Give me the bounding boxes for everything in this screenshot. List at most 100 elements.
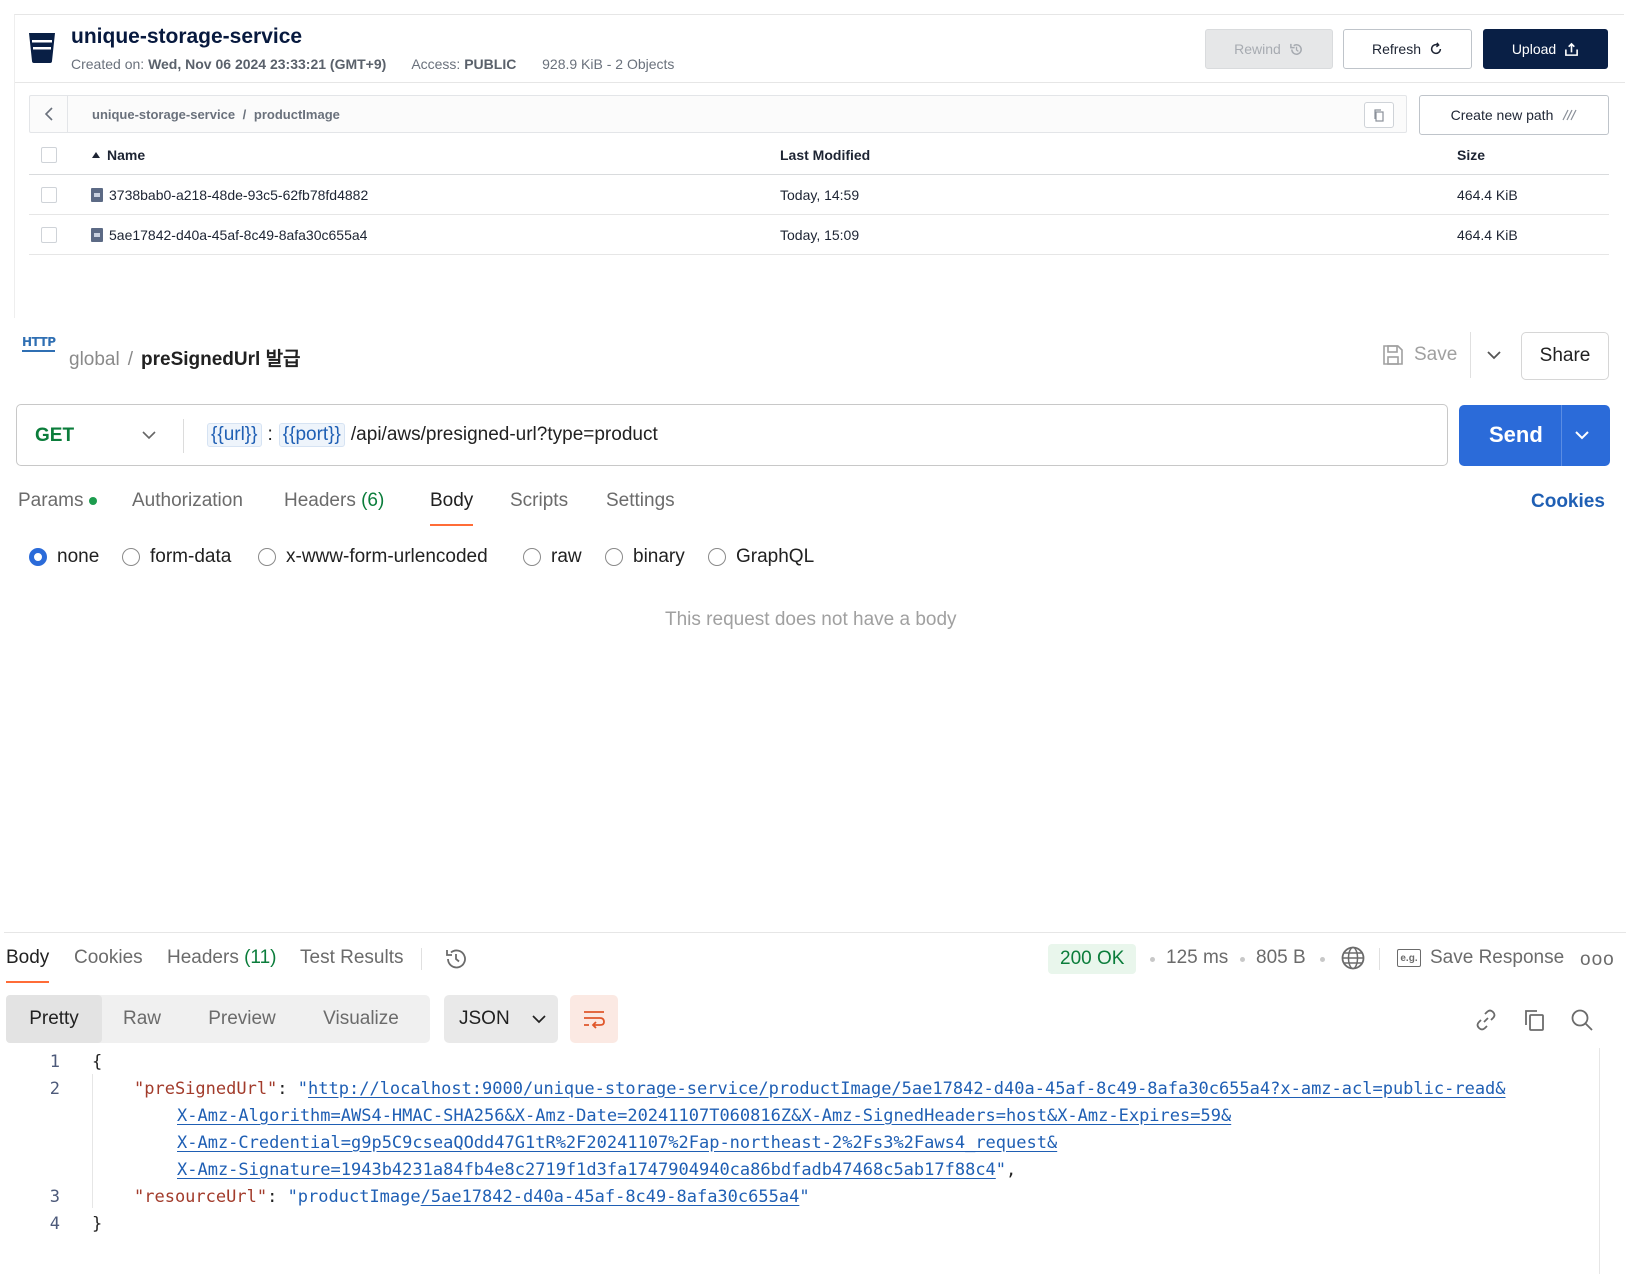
presigned-url-link[interactable]: http://localhost:9000/unique-storage-ser…: [308, 1079, 1505, 1099]
refresh-icon: [1430, 42, 1442, 55]
object-name[interactable]: 5ae17842-d40a-45af-8c49-8afa30c655a4: [91, 227, 367, 243]
url-variable[interactable]: {{url}}: [207, 423, 262, 447]
radio-urlencoded[interactable]: x-www-form-urlencoded: [258, 546, 488, 568]
object-name[interactable]: 3738bab0-a218-48de-93c5-62fb78fd4882: [91, 187, 368, 203]
copy-path-button[interactable]: [1364, 102, 1394, 128]
tab-params[interactable]: Params: [18, 490, 98, 512]
radio-form-data[interactable]: form-data: [122, 546, 231, 568]
response-tab-body[interactable]: Body: [6, 947, 50, 983]
bucket-panel: unique-storage-service Created on: Wed, …: [14, 14, 1625, 318]
language-select[interactable]: JSON: [444, 995, 558, 1043]
json-url-continuation: X-Amz-Signature=1943b4231a84fb4e8c2719f1…: [177, 1160, 1016, 1180]
request-breadcrumb: global / preSignedUrl 발급: [69, 344, 301, 371]
request-name[interactable]: preSignedUrl 발급: [141, 349, 301, 370]
tab-authorization[interactable]: Authorization: [132, 490, 243, 512]
tab-body[interactable]: Body: [430, 490, 474, 526]
path-root[interactable]: unique-storage-service: [92, 107, 235, 122]
save-response-button[interactable]: Save Response: [1430, 947, 1564, 969]
format-toggle: Pretty Raw Preview Visualize: [6, 995, 430, 1043]
object-last-modified: Today, 15:09: [780, 227, 860, 243]
save-options-button[interactable]: [1476, 338, 1512, 372]
radio-graphql[interactable]: GraphQL: [708, 546, 814, 568]
back-button[interactable]: [30, 96, 68, 132]
path-folder: productImage: [253, 107, 340, 122]
cookies-link[interactable]: Cookies: [1531, 491, 1605, 513]
radio-raw[interactable]: raw: [523, 546, 582, 568]
radio-binary-label: binary: [633, 546, 685, 567]
size-column-header[interactable]: Size: [1457, 147, 1485, 163]
radio-form-data-label: form-data: [150, 546, 232, 567]
meta-dot: [1320, 957, 1325, 962]
presigned-url-link[interactable]: X-Amz-Signature=1943b4231a84fb4e8c2719f1…: [177, 1160, 996, 1180]
method-select[interactable]: GET: [35, 425, 74, 447]
image-file-icon: [91, 188, 103, 202]
created-label: Created on:: [71, 56, 145, 72]
row-checkbox[interactable]: [41, 187, 57, 203]
headers-count: (6): [361, 490, 385, 511]
chevron-down-icon[interactable]: [1573, 423, 1591, 447]
radio-none[interactable]: none: [29, 546, 99, 568]
response-tab-cookies[interactable]: Cookies: [74, 947, 143, 969]
url-input[interactable]: {{url}}: {{port}}/api/aws/presigned-url?t…: [207, 423, 658, 447]
table-row[interactable]: 5ae17842-d40a-45af-8c49-8afa30c655a4 Tod…: [29, 215, 1609, 255]
radio-icon: [708, 548, 726, 566]
radio-binary[interactable]: binary: [605, 546, 685, 568]
presigned-url-link[interactable]: X-Amz-Algorithm=AWS4-HMAC-SHA256&X-Amz-D…: [177, 1106, 1231, 1126]
name-column-header[interactable]: Name: [91, 147, 145, 163]
upload-button[interactable]: Upload: [1483, 29, 1608, 69]
rewind-button[interactable]: Rewind: [1205, 29, 1333, 69]
bucket-meta: Created on: Wed, Nov 06 2024 23:33:21 (G…: [71, 56, 674, 72]
method-dropdown[interactable]: [137, 423, 161, 447]
globe-icon[interactable]: [1340, 945, 1366, 971]
copy-response-icon[interactable]: [1521, 1007, 1547, 1033]
table-header-row: Name Last Modified Size: [29, 135, 1609, 175]
resource-url-link[interactable]: /5ae17842-d40a-45af-8c49-8afa30c655a4: [421, 1187, 800, 1207]
select-all-checkbox[interactable]: [41, 147, 57, 163]
save-label: Save: [1414, 344, 1458, 365]
port-variable[interactable]: {{port}}: [278, 423, 345, 447]
collection-name[interactable]: global: [69, 349, 120, 370]
search-icon[interactable]: [1569, 1007, 1595, 1033]
tab-headers[interactable]: Headers (6): [284, 490, 384, 512]
response-headers-label: Headers: [167, 947, 239, 968]
create-new-path-button[interactable]: Create new path: [1419, 95, 1609, 135]
json-line-presigned-url: "preSignedUrl": "http://localhost:9000/u…: [134, 1079, 1506, 1099]
radio-icon: [523, 548, 541, 566]
send-label: Send: [1489, 422, 1543, 447]
json-close-brace: }: [92, 1214, 103, 1234]
access-value: PUBLIC: [464, 56, 517, 72]
format-raw[interactable]: Raw: [106, 995, 178, 1043]
link-icon-glyph: [1476, 1009, 1496, 1031]
url-divider: [183, 419, 184, 453]
refresh-button[interactable]: Refresh: [1343, 29, 1472, 69]
status-badge[interactable]: 200 OK: [1048, 944, 1137, 974]
tab-scripts[interactable]: Scripts: [510, 490, 568, 512]
tab-settings[interactable]: Settings: [606, 490, 675, 512]
save-button[interactable]: Save: [1382, 332, 1457, 378]
link-icon[interactable]: [1473, 1007, 1499, 1033]
table-row[interactable]: 3738bab0-a218-48de-93c5-62fb78fd4882 Tod…: [29, 175, 1609, 215]
send-button[interactable]: Send: [1459, 405, 1610, 466]
format-visualize[interactable]: Visualize: [306, 995, 416, 1043]
wrap-lines-button[interactable]: [570, 995, 618, 1043]
meta-divider: [1379, 948, 1380, 970]
row-checkbox[interactable]: [41, 227, 57, 243]
format-preview[interactable]: Preview: [192, 995, 292, 1043]
last-modified-column-header[interactable]: Last Modified: [780, 147, 870, 163]
share-button[interactable]: Share: [1521, 332, 1609, 380]
copy-icon: [1525, 1010, 1544, 1031]
response-tab-headers[interactable]: Headers (11): [167, 947, 277, 969]
object-name-label: 3738bab0-a218-48de-93c5-62fb78fd4882: [109, 187, 369, 203]
more-options-icon[interactable]: ooo: [1580, 949, 1615, 971]
line-number: 1: [49, 1052, 60, 1072]
indent-guide: [92, 1074, 93, 1208]
history-icon[interactable]: [443, 946, 469, 972]
response-size[interactable]: 805 B: [1256, 947, 1306, 969]
response-time[interactable]: 125 ms: [1166, 947, 1228, 969]
response-tab-test-results[interactable]: Test Results: [300, 947, 403, 969]
radio-icon: [605, 548, 623, 566]
radio-none-label: none: [57, 546, 100, 567]
format-pretty[interactable]: Pretty: [6, 995, 102, 1043]
json-colon: :: [267, 1187, 278, 1207]
presigned-url-link[interactable]: X-Amz-Credential=g9p5C9cseaQOdd47G1tR%2F…: [177, 1133, 1057, 1153]
